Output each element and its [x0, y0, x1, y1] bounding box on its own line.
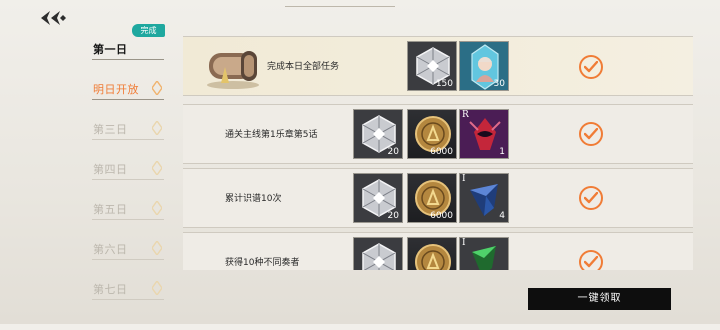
diamond-icon: [152, 201, 162, 215]
day-underline: [92, 299, 164, 300]
task-row: 通关主线第1乐章第5话 20 6000 R 1: [183, 104, 693, 164]
green-shard-icon: [472, 246, 496, 270]
reward-count: 4: [499, 211, 505, 221]
task-list[interactable]: 完成本日全部任务 150 30 通关主线第1乐章第5话 20 6000 R 1 …: [183, 34, 693, 270]
day-label: 第三日: [93, 123, 128, 136]
day-underline: [92, 179, 164, 180]
reward-item[interactable]: R 1: [459, 109, 509, 159]
check-circle-icon: [584, 61, 598, 73]
rarity-tag: R: [462, 110, 469, 120]
day-sidebar: 第一日 完成 明日开放 第三日 第四日 第五日 第六日 第七日: [80, 24, 170, 330]
day-tab-1[interactable]: 第一日: [92, 38, 164, 60]
day-underline: [92, 99, 164, 100]
diamond-icon: [152, 161, 162, 175]
complete-badge: 完成: [132, 24, 165, 37]
check-circle-icon: [584, 128, 598, 140]
day-label: 第四日: [93, 163, 128, 176]
claimed-check-button[interactable]: [579, 55, 603, 79]
day-tab-3[interactable]: 第三日: [92, 118, 164, 140]
day-tab-5[interactable]: 第五日: [92, 198, 164, 220]
back-button[interactable]: [36, 8, 68, 28]
reward-item[interactable]: 150: [407, 41, 457, 91]
reward-count: 1: [499, 147, 505, 157]
task-title: 累计识谱10次: [225, 194, 282, 204]
diamond-icon: [152, 281, 162, 295]
day-label: 明日开放: [93, 83, 139, 96]
reward-count: 20: [387, 147, 399, 157]
reward-item[interactable]: 6000: [407, 109, 457, 159]
claimed-check-button[interactable]: [579, 122, 603, 146]
reward-count: 6000: [430, 147, 453, 157]
gold-coin-icon: [415, 244, 451, 270]
day-underline: [92, 59, 164, 60]
top-divider: [285, 6, 395, 7]
task-title: 完成本日全部任务: [267, 62, 340, 72]
reward-item[interactable]: [353, 237, 403, 270]
day-label: 第一日: [93, 43, 128, 56]
diamond-icon: [152, 241, 162, 255]
claimed-check-button[interactable]: [579, 186, 603, 210]
day-tab-4[interactable]: 第四日: [92, 158, 164, 180]
reward-item[interactable]: 6000: [407, 173, 457, 223]
double-chevron-left-icon: [41, 11, 66, 25]
rarity-tag: I: [462, 174, 466, 184]
reward-count: 30: [493, 79, 505, 89]
day-underline: [92, 259, 164, 260]
rarity-tag: I: [462, 238, 466, 248]
day-label: 第七日: [93, 283, 128, 296]
task-title: 通关主线第1乐章第5话: [225, 130, 318, 140]
reward-item[interactable]: 20: [353, 109, 403, 159]
check-circle-icon: [584, 256, 598, 268]
day-label: 第六日: [93, 243, 128, 256]
claim-all-button[interactable]: 一键领取: [528, 288, 671, 310]
task-title: 获得10种不同奏者: [225, 258, 300, 268]
task-row: 完成本日全部任务 150 30: [183, 36, 693, 96]
day-underline: [92, 139, 164, 140]
day-label: 第五日: [93, 203, 128, 216]
diamond-icon: [152, 121, 162, 135]
reward-item[interactable]: I: [459, 237, 509, 270]
treasure-chest-icon: [207, 51, 259, 89]
reward-item[interactable]: [407, 237, 457, 270]
task-row: 获得10种不同奏者 I: [183, 232, 693, 270]
reward-item[interactable]: 20: [353, 173, 403, 223]
reward-count: 20: [387, 211, 399, 221]
reward-item[interactable]: I 4: [459, 173, 509, 223]
reward-item[interactable]: 30: [459, 41, 509, 91]
day-tab-2[interactable]: 明日开放: [92, 78, 164, 100]
day-tab-7[interactable]: 第七日: [92, 278, 164, 300]
reward-count: 6000: [430, 211, 453, 221]
silver-crystal-icon: [362, 243, 396, 270]
claimed-check-button[interactable]: [579, 250, 603, 270]
check-circle-icon: [584, 192, 598, 204]
task-row: 累计识谱10次 20 6000 I 4: [183, 168, 693, 228]
day-tab-6[interactable]: 第六日: [92, 238, 164, 260]
reward-count: 150: [435, 79, 453, 89]
day-underline: [92, 219, 164, 220]
diamond-icon: [152, 81, 162, 95]
